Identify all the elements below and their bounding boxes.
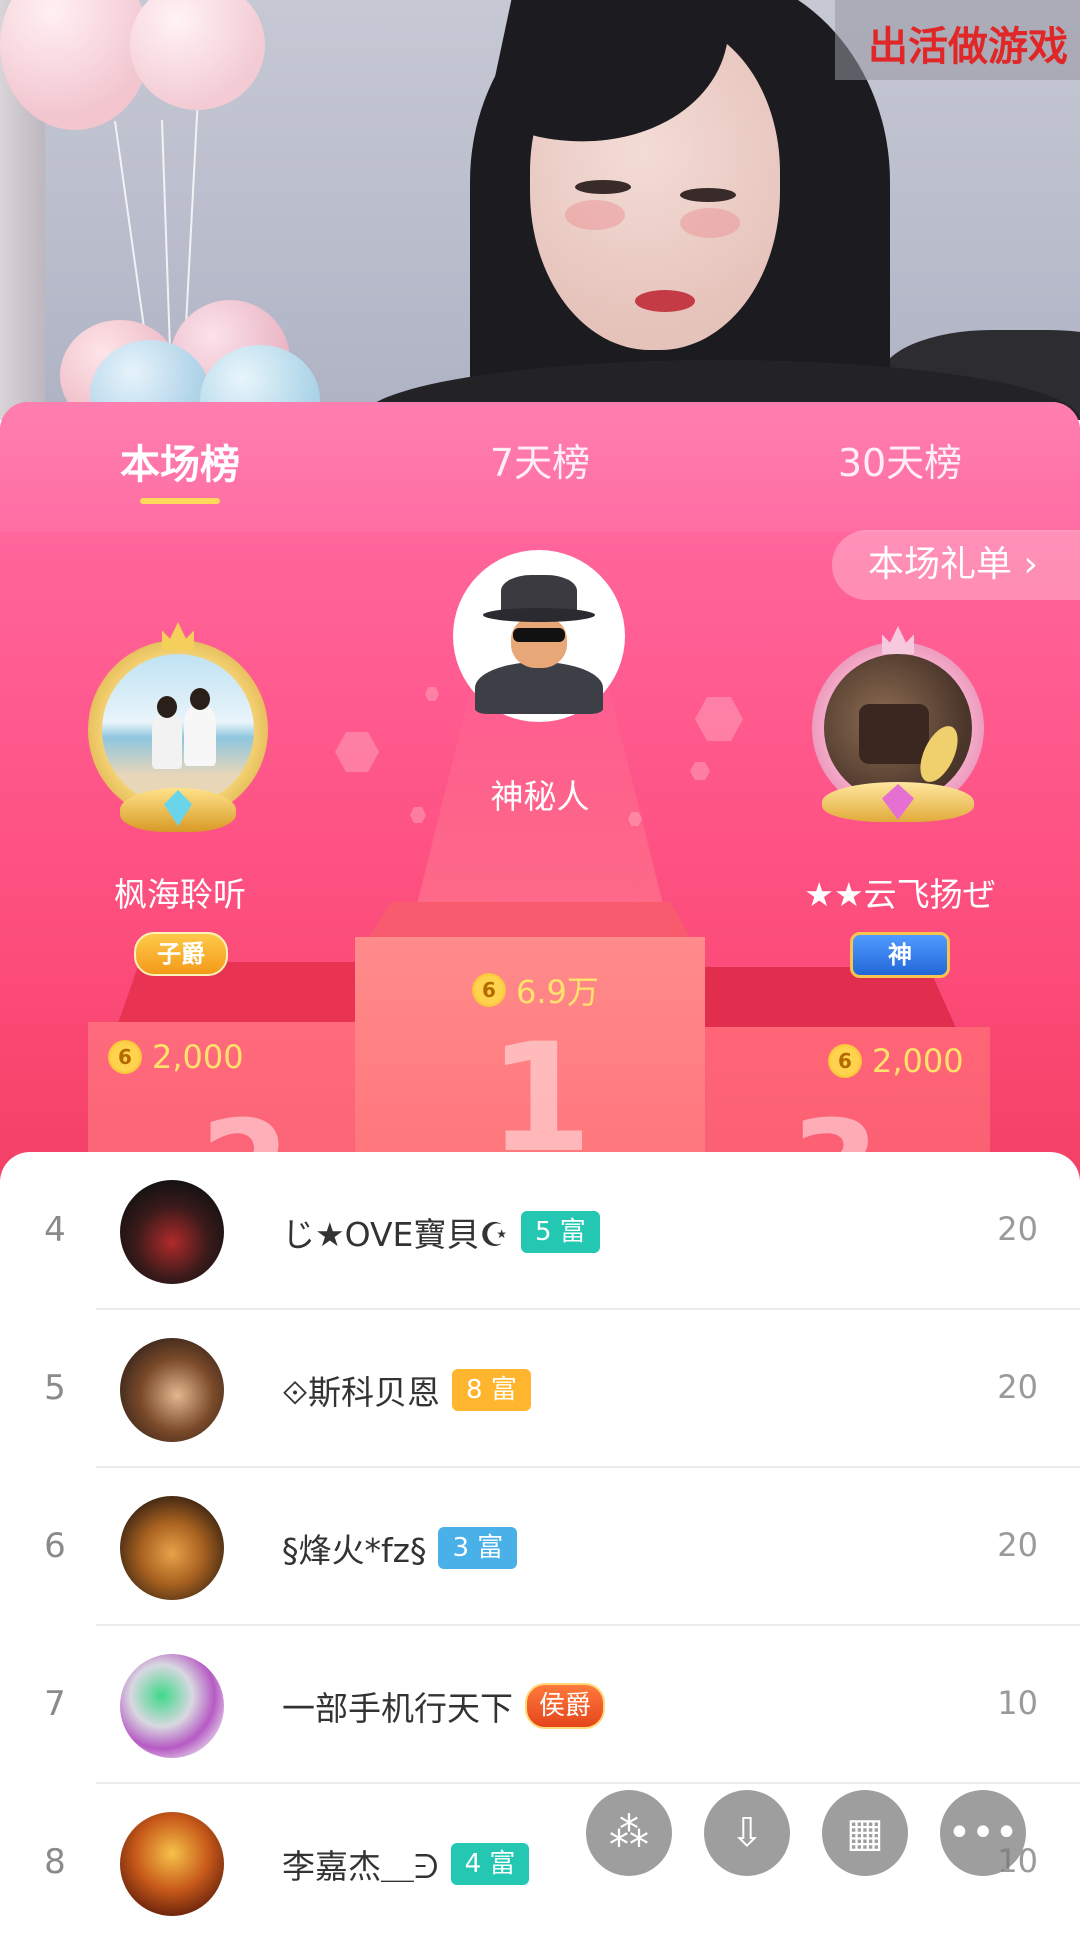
avatar[interactable]	[120, 1496, 224, 1600]
photo-figure-head	[157, 696, 177, 718]
blush	[565, 200, 625, 230]
contribution-score: 10	[997, 1684, 1038, 1722]
crown-icon	[162, 622, 194, 650]
share-icon[interactable]: ⁂	[586, 1790, 672, 1876]
avatar-body	[475, 662, 603, 714]
mystery-man-icon[interactable]	[453, 550, 625, 722]
blush	[680, 208, 740, 238]
third-place-coin-value: 2,000	[872, 1042, 964, 1080]
avatar[interactable]	[120, 1654, 224, 1758]
coin-icon: 6	[108, 1040, 142, 1074]
third-place-name: ★★云飞扬ぜ	[804, 875, 996, 914]
avatar-photo	[824, 654, 972, 802]
wings-frame-icon	[120, 788, 236, 832]
avatar[interactable]	[120, 1812, 224, 1916]
third-place-coins: 6 2,000	[828, 1042, 964, 1080]
ranking-list: 4 じ★OVE寶貝☪ 5 富 20 5 ⟐斯科贝恩 8 富 20 6 §烽火*f…	[0, 1152, 1080, 1920]
first-place-coins: 6 6.9万	[472, 967, 599, 1013]
user-name-text: 一部手机行天下	[282, 1689, 513, 1728]
contribution-score: 20	[997, 1368, 1038, 1406]
sparkle	[690, 762, 710, 780]
sparkle	[335, 732, 379, 772]
crown-icon	[882, 626, 914, 654]
list-item[interactable]: 7 一部手机行天下 侯爵 10	[0, 1626, 1080, 1784]
balloon	[130, 0, 265, 110]
photo-object	[859, 704, 929, 764]
second-place-coin-value: 2,000	[152, 1038, 244, 1076]
download-icon[interactable]: ⇩	[704, 1790, 790, 1876]
rank-number: 4	[44, 1210, 66, 1250]
marquis-badge: 侯爵	[525, 1683, 606, 1729]
sparkle	[425, 687, 439, 701]
tab-this-session[interactable]: 本场榜	[50, 432, 310, 490]
tab-7-days[interactable]: 7天榜	[410, 432, 670, 487]
wealth-level-badge: 8 富	[452, 1369, 531, 1411]
avatar[interactable]	[120, 1180, 224, 1284]
third-place-avatar[interactable]	[812, 626, 984, 822]
rank-number: 8	[44, 1842, 66, 1882]
tab-30-days[interactable]: 30天榜	[770, 432, 1030, 487]
list-item[interactable]: 6 §烽火*fz§ 3 富 20	[0, 1468, 1080, 1626]
avatar[interactable]	[120, 1338, 224, 1442]
overlay-text: 出活做游戏	[868, 24, 1068, 69]
wealth-level-badge: 4 富	[450, 1843, 530, 1885]
avatar-glasses	[513, 628, 565, 642]
user-name: 一部手机行天下 侯爵	[282, 1682, 606, 1730]
user-name-text: 李嘉杰＿ᕭ	[282, 1847, 439, 1886]
second-place-coins: 6 2,000	[108, 1038, 244, 1076]
rank-number: 5	[44, 1368, 66, 1408]
eye	[680, 188, 736, 202]
balloon-string	[160, 120, 172, 350]
balloon-string	[114, 120, 148, 350]
photo-figure	[152, 714, 182, 769]
list-item[interactable]: 4 じ★OVE寶貝☪ 5 富 20	[0, 1152, 1080, 1310]
rank-number: 6	[44, 1526, 66, 1566]
user-name-text: じ★OVE寶貝☪	[282, 1215, 509, 1254]
wealth-level-badge: 3 富	[438, 1527, 518, 1569]
active-tab-indicator	[140, 498, 220, 504]
heart-gem-icon	[882, 784, 914, 820]
more-icon[interactable]: •••	[940, 1790, 1026, 1876]
coin-icon: 6	[472, 973, 506, 1007]
photo-figure	[184, 706, 216, 766]
list-item[interactable]: 5 ⟐斯科贝恩 8 富 20	[0, 1310, 1080, 1468]
session-gift-list-button[interactable]: 本场礼单 ›	[832, 530, 1080, 600]
viscount-badge: 子爵	[134, 932, 228, 976]
eye	[575, 180, 631, 194]
stream-overlay-sign: 出活做游戏	[835, 0, 1080, 80]
ranking-tabs: 本场榜 7天榜 30天榜	[0, 402, 1080, 532]
user-name-text: §烽火*fz§	[282, 1531, 427, 1570]
wings-frame-icon	[822, 782, 974, 822]
live-video: 出活做游戏	[0, 0, 1080, 420]
contribution-score: 20	[997, 1526, 1038, 1564]
rank-number: 7	[44, 1684, 66, 1724]
first-place-name: 神秘人	[490, 777, 590, 816]
second-place-avatar[interactable]	[88, 622, 268, 832]
avatar-photo	[102, 654, 254, 806]
user-name: じ★OVE寶貝☪ 5 富	[282, 1208, 600, 1256]
user-name: 李嘉杰＿ᕭ 4 富	[282, 1840, 530, 1888]
list-item[interactable]: 8 李嘉杰＿ᕭ 4 富 10	[0, 1784, 1080, 1942]
photo-figure-head	[190, 688, 210, 710]
gem-icon	[164, 790, 192, 826]
second-place-name: 枫海聆听	[114, 875, 246, 914]
god-badge: 神	[850, 932, 950, 978]
user-name: §烽火*fz§ 3 富	[282, 1524, 518, 1572]
grid-icon[interactable]: ▦	[822, 1790, 908, 1876]
avatar-head	[511, 616, 567, 668]
lips	[635, 290, 695, 312]
wealth-level-badge: 5 富	[521, 1211, 600, 1253]
sparkle	[695, 697, 743, 741]
contribution-score: 20	[997, 1210, 1038, 1248]
avatar-hat-brim	[483, 608, 595, 622]
coin-icon: 6	[828, 1044, 862, 1078]
user-name-text: ⟐斯科贝恩	[282, 1373, 441, 1412]
first-place-coin-value: 6.9万	[516, 973, 599, 1011]
user-name: ⟐斯科贝恩 8 富	[282, 1366, 531, 1414]
